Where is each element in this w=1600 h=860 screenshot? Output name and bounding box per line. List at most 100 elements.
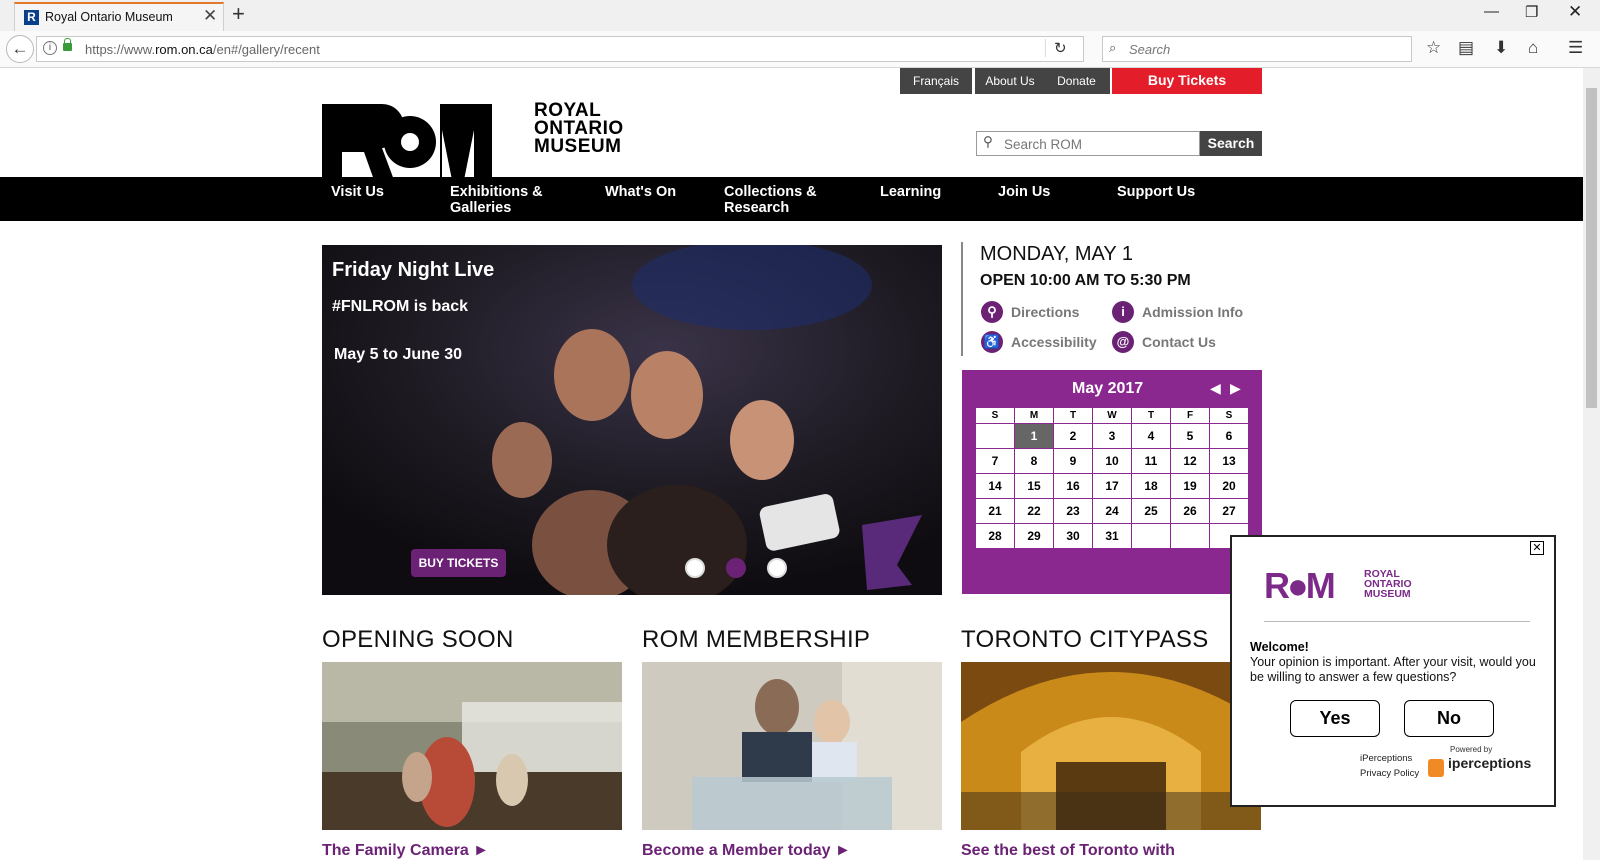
section-title-opening-soon: OPENING SOON xyxy=(322,626,514,653)
membership-image[interactable] xyxy=(642,662,942,830)
minimize-icon[interactable]: — xyxy=(1484,3,1499,20)
calendar-day[interactable]: 4 xyxy=(1131,423,1171,449)
accessibility-link[interactable]: Accessibility xyxy=(1011,334,1097,350)
close-tab-icon[interactable]: ✕ xyxy=(203,6,217,26)
nav-visit-us[interactable]: Visit Us xyxy=(331,184,384,200)
calendar-day[interactable]: 2 xyxy=(1053,423,1093,449)
calendar-day[interactable]: 13 xyxy=(1209,448,1249,474)
calendar-day[interactable]: 10 xyxy=(1092,448,1132,474)
calendar-day[interactable]: 23 xyxy=(1053,498,1093,524)
url-prefix: https://www. xyxy=(85,42,156,57)
calendar-day[interactable]: 18 xyxy=(1131,473,1171,499)
menu-icon[interactable]: ☰ xyxy=(1568,38,1583,58)
admission-info-link[interactable]: Admission Info xyxy=(1142,304,1243,320)
top-link-about[interactable]: About Us xyxy=(975,68,1045,94)
nav-support-us[interactable]: Support Us xyxy=(1117,184,1195,200)
weekday: T xyxy=(1053,407,1093,424)
directions-link[interactable]: Directions xyxy=(1011,304,1079,320)
home-icon[interactable]: ⌂ xyxy=(1528,38,1538,58)
calendar-day[interactable]: 29 xyxy=(1014,523,1054,549)
calendar-grid: S M T W T F S 1 2 3 4 5 6 7 8 9 10 11 12… xyxy=(975,407,1249,549)
survey-logo-line-3: MUSEUM xyxy=(1364,588,1411,600)
calendar-day-today[interactable]: 1 xyxy=(1014,423,1054,449)
new-tab-icon[interactable]: + xyxy=(232,1,245,27)
iperceptions-logo-icon xyxy=(1428,759,1444,777)
search-icon: ⚲ xyxy=(983,134,993,149)
calendar-day[interactable]: 8 xyxy=(1014,448,1054,474)
calendar-day[interactable]: 26 xyxy=(1170,498,1210,524)
calendar-day[interactable]: 19 xyxy=(1170,473,1210,499)
info-icon: i xyxy=(1112,301,1134,323)
close-icon[interactable]: ✕ xyxy=(1530,541,1544,555)
rom-logo[interactable] xyxy=(322,104,492,180)
calendar-day[interactable]: 24 xyxy=(1092,498,1132,524)
calendar-day[interactable]: 16 xyxy=(1053,473,1093,499)
slide-dot-2[interactable] xyxy=(726,558,746,578)
bookmark-star-icon[interactable]: ☆ xyxy=(1426,38,1441,58)
calendar-day[interactable]: 6 xyxy=(1209,423,1249,449)
calendar-week: 28 29 30 31 xyxy=(975,523,1249,549)
nav-learning[interactable]: Learning xyxy=(880,184,941,200)
nav-whats-on[interactable]: What's On xyxy=(605,184,676,200)
calendar-day[interactable]: 14 xyxy=(975,473,1015,499)
hero-carousel[interactable]: Friday Night Live #FNLROM is back May 5 … xyxy=(322,245,942,595)
slide-dot-1[interactable] xyxy=(685,558,705,578)
calendar-day[interactable]: 20 xyxy=(1209,473,1249,499)
site-search-button[interactable]: Search xyxy=(1200,131,1262,156)
url-bar[interactable]: i https://www.rom.on.ca/en#/gallery/rece… xyxy=(36,36,1084,62)
contact-us-link[interactable]: Contact Us xyxy=(1142,334,1216,350)
calendar-day[interactable]: 21 xyxy=(975,498,1015,524)
calendar-day[interactable]: 3 xyxy=(1092,423,1132,449)
info-icon[interactable]: i xyxy=(43,41,57,55)
browser-tab[interactable]: R Royal Ontario Museum ✕ xyxy=(14,2,224,31)
calendar-day[interactable]: 5 xyxy=(1170,423,1210,449)
privacy-line-1: iPerceptions xyxy=(1360,753,1413,764)
back-icon[interactable]: ← xyxy=(6,35,34,63)
reload-icon[interactable]: ↻ xyxy=(1045,39,1067,57)
iperceptions-brand: iperceptions xyxy=(1448,755,1532,771)
calendar-day[interactable]: 12 xyxy=(1170,448,1210,474)
privacy-policy-link[interactable]: iPerceptions Privacy Policy xyxy=(1360,751,1419,781)
calendar-next-icon[interactable]: ▶ xyxy=(1230,380,1241,397)
citypass-link[interactable]: See the best of Toronto with xyxy=(961,842,1175,860)
close-window-icon[interactable]: ✕ xyxy=(1568,2,1582,22)
scrollbar-thumb[interactable] xyxy=(1586,88,1597,408)
browser-search-input[interactable]: ⌕ Search xyxy=(1102,36,1412,62)
nav-join-us[interactable]: Join Us xyxy=(998,184,1050,200)
reading-list-icon[interactable]: ▤ xyxy=(1458,38,1474,58)
calendar-day[interactable]: 28 xyxy=(975,523,1015,549)
site-search-input[interactable]: ⚲ Search ROM xyxy=(976,131,1200,156)
calendar-day[interactable]: 11 xyxy=(1131,448,1171,474)
calendar-day[interactable]: 27 xyxy=(1209,498,1249,524)
become-member-link[interactable]: Become a Member today ► xyxy=(642,842,851,860)
weekday: T xyxy=(1131,407,1171,424)
hero-buy-tickets-button[interactable]: BUY TICKETS xyxy=(411,549,506,577)
nav-collections[interactable]: Collections & Research xyxy=(724,184,834,216)
top-link-donate[interactable]: Donate xyxy=(1043,68,1110,94)
calendar-day[interactable]: 17 xyxy=(1092,473,1132,499)
nav-exhibitions[interactable]: Exhibitions & Galleries xyxy=(450,184,560,216)
family-camera-link[interactable]: The Family Camera ► xyxy=(322,842,489,860)
family-camera-image[interactable] xyxy=(322,662,622,830)
calendar-day[interactable]: 30 xyxy=(1053,523,1093,549)
slide-dot-3[interactable] xyxy=(767,558,787,578)
calendar-day[interactable]: 22 xyxy=(1014,498,1054,524)
citypass-image[interactable] xyxy=(961,662,1261,830)
powered-by-label: Powered by xyxy=(1450,745,1493,754)
calendar-day[interactable]: 31 xyxy=(1092,523,1132,549)
url-text[interactable]: https://www.rom.on.ca/en#/gallery/recent xyxy=(85,42,320,57)
restore-icon[interactable]: ❐ xyxy=(1525,3,1538,21)
favicon-icon: R xyxy=(24,10,39,25)
calendar-day[interactable]: 7 xyxy=(975,448,1015,474)
survey-no-button[interactable]: No xyxy=(1404,700,1494,737)
weekday: F xyxy=(1170,407,1210,424)
calendar-day[interactable]: 15 xyxy=(1014,473,1054,499)
logo-wordmark[interactable]: ROYAL ONTARIO MUSEUM xyxy=(534,101,624,156)
download-icon[interactable]: ⬇ xyxy=(1494,38,1508,58)
calendar-day[interactable]: 25 xyxy=(1131,498,1171,524)
top-link-francais[interactable]: Français xyxy=(900,68,972,94)
survey-yes-button[interactable]: Yes xyxy=(1290,700,1380,737)
buy-tickets-button[interactable]: Buy Tickets xyxy=(1112,68,1262,94)
calendar-day[interactable]: 9 xyxy=(1053,448,1093,474)
calendar-prev-icon[interactable]: ◀ xyxy=(1210,380,1221,397)
